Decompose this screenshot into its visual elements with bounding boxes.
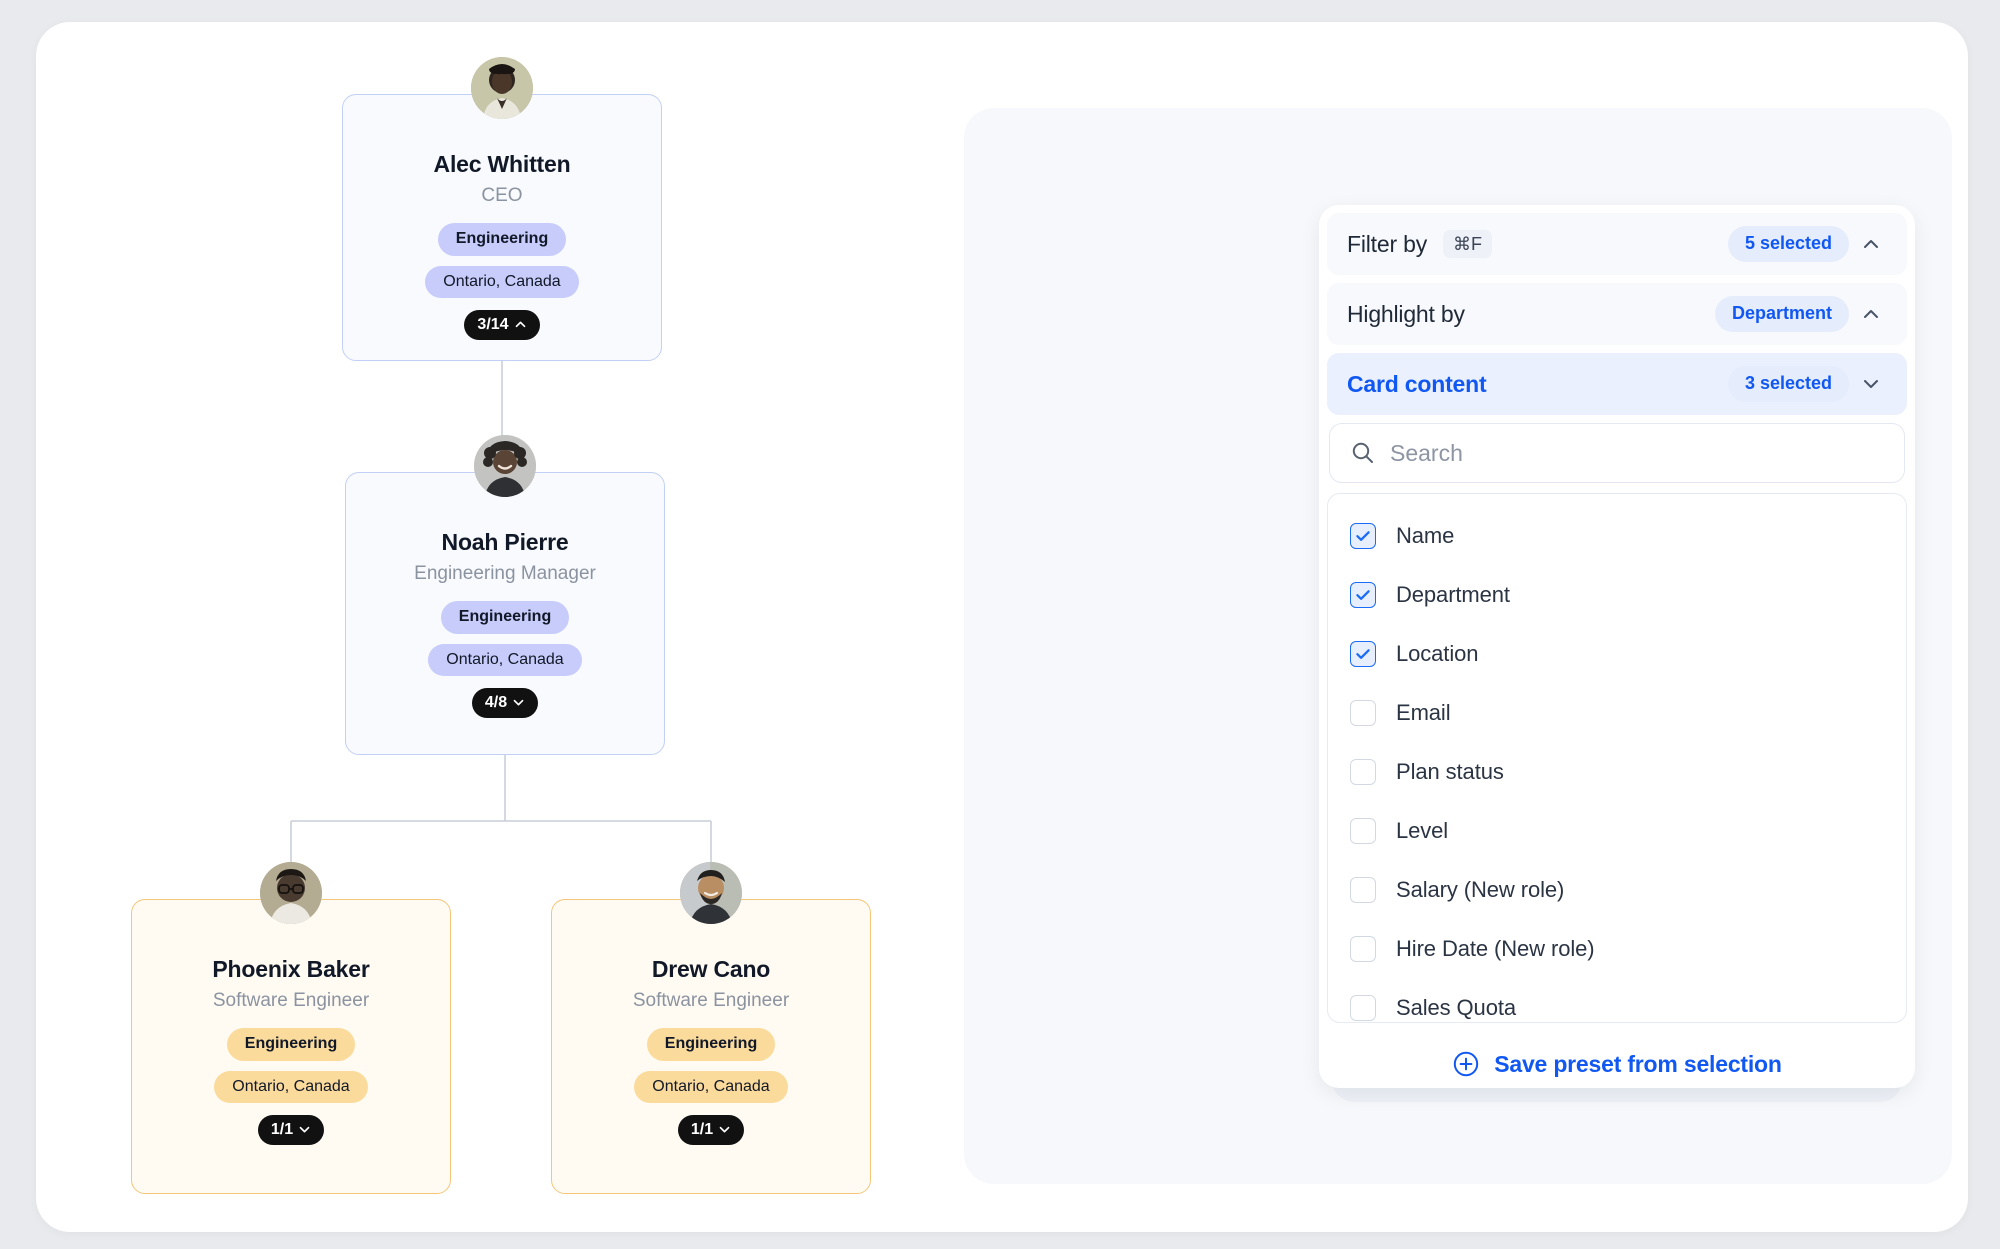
checkbox-checked[interactable] [1350, 640, 1376, 667]
department-pill: Engineering [646, 1028, 776, 1061]
option-label: Level [1396, 817, 1449, 843]
check-icon [1356, 589, 1370, 600]
option-salary-new-role[interactable]: Salary (New role) [1328, 860, 1906, 919]
report-count-badge[interactable]: 1/1 [677, 1115, 745, 1145]
check-icon [1356, 530, 1370, 541]
chevron-up-icon[interactable] [1849, 303, 1893, 325]
option-label: Plan status [1396, 758, 1504, 784]
option-label: Salary (New role) [1396, 876, 1565, 902]
checkbox-unchecked[interactable] [1350, 817, 1376, 844]
report-count-badge[interactable]: 1/1 [257, 1115, 325, 1145]
save-preset-button[interactable]: Save preset from selection [1327, 1023, 1907, 1088]
department-pill: Engineering [226, 1028, 356, 1061]
checkbox-unchecked[interactable] [1350, 699, 1376, 726]
checkbox-checked[interactable] [1350, 581, 1376, 608]
node-title: Engineering Manager [414, 562, 596, 584]
department-pill: Engineering [437, 223, 567, 256]
option-location[interactable]: Location [1328, 624, 1906, 683]
option-label: Location [1396, 640, 1479, 666]
location-pill: Ontario, Canada [428, 643, 582, 677]
check-icon [1356, 648, 1370, 659]
option-level[interactable]: Level [1328, 801, 1906, 860]
option-label: Email [1396, 699, 1451, 725]
chevron-down-icon[interactable] [1849, 373, 1893, 395]
chevron-down-icon [719, 1127, 730, 1133]
node-title: CEO [481, 184, 523, 206]
node-title: Software Engineer [212, 989, 370, 1011]
option-email[interactable]: Email [1328, 683, 1906, 742]
checkbox-unchecked[interactable] [1350, 876, 1376, 903]
org-node-phoenix-baker[interactable]: Phoenix Baker Software Engineer Engineer… [131, 862, 451, 1194]
search-field[interactable] [1329, 423, 1905, 483]
page-card: Alec Whitten CEO Engineering Ontario, Ca… [36, 22, 1968, 1232]
option-hire-date-new-role[interactable]: Hire Date (New role) [1328, 919, 1906, 978]
location-pill: Ontario, Canada [214, 1070, 368, 1104]
org-node-alec-whitten[interactable]: Alec Whitten CEO Engineering Ontario, Ca… [342, 57, 662, 361]
report-count-label: 3/14 [477, 316, 509, 334]
checkbox-unchecked[interactable] [1350, 758, 1376, 785]
checkbox-checked[interactable] [1350, 522, 1376, 549]
org-node-noah-pierre[interactable]: Noah Pierre Engineering Manager Engineer… [345, 435, 665, 755]
report-count-badge[interactable]: 3/14 [464, 310, 540, 340]
plus-circle-icon [1454, 1051, 1479, 1077]
panel-row-card-content[interactable]: Card content 3 selected [1327, 353, 1907, 415]
option-department[interactable]: Department [1328, 565, 1906, 624]
node-title: Software Engineer [632, 989, 790, 1011]
option-name[interactable]: Name [1328, 506, 1906, 565]
node-name: Drew Cano [651, 956, 771, 982]
selection-chip[interactable]: 5 selected [1727, 226, 1849, 262]
option-label: Hire Date (New role) [1396, 935, 1595, 961]
avatar [471, 57, 533, 119]
option-label: Sales Quota [1396, 994, 1516, 1020]
node-name: Phoenix Baker [212, 956, 370, 982]
selection-chip[interactable]: 3 selected [1727, 366, 1849, 402]
avatar [680, 862, 742, 924]
save-preset-label: Save preset from selection [1494, 1050, 1782, 1077]
chevron-down-icon [513, 700, 524, 706]
option-sales-quota[interactable]: Sales Quota [1328, 978, 1906, 1022]
card-content-options-list: Name Department Location Email Plan stat… [1327, 493, 1907, 1023]
panel-row-label: Highlight by [1347, 300, 1465, 327]
location-pill: Ontario, Canada [634, 1070, 788, 1104]
option-plan-status[interactable]: Plan status [1328, 742, 1906, 801]
panel-row-label: Filter by [1347, 230, 1427, 257]
chevron-up-icon [515, 322, 525, 328]
org-chart: Alec Whitten CEO Engineering Ontario, Ca… [36, 22, 956, 1232]
panel-row-filter-by[interactable]: Filter by ⌘F 5 selected [1327, 213, 1907, 275]
report-count-label: 1/1 [270, 1121, 294, 1139]
search-icon [1352, 442, 1373, 463]
option-label: Name [1396, 522, 1455, 548]
chevron-up-icon[interactable] [1849, 233, 1893, 255]
report-count-label: 1/1 [690, 1121, 714, 1139]
search-input[interactable] [1390, 439, 1884, 467]
location-pill: Ontario, Canada [425, 265, 579, 299]
option-label: Department [1396, 581, 1510, 607]
department-pill: Engineering [440, 601, 570, 634]
node-name: Noah Pierre [441, 529, 569, 555]
selection-chip[interactable]: Department [1714, 296, 1849, 332]
panel-row-label: Card content [1347, 370, 1487, 397]
avatar [474, 435, 536, 497]
checkbox-unchecked[interactable] [1350, 994, 1376, 1021]
keyboard-shortcut-badge: ⌘F [1443, 230, 1492, 258]
checkbox-unchecked[interactable] [1350, 935, 1376, 962]
avatar [260, 862, 322, 924]
chevron-down-icon [299, 1127, 310, 1133]
report-count-label: 4/8 [484, 694, 508, 712]
report-count-badge[interactable]: 4/8 [471, 688, 539, 718]
org-node-drew-cano[interactable]: Drew Cano Software Engineer Engineering … [551, 862, 871, 1194]
panel-row-highlight-by[interactable]: Highlight by Department [1327, 283, 1907, 345]
node-name: Alec Whitten [433, 151, 571, 177]
filter-panel: Filter by ⌘F 5 selected Highlight by Dep… [1319, 205, 1915, 1088]
